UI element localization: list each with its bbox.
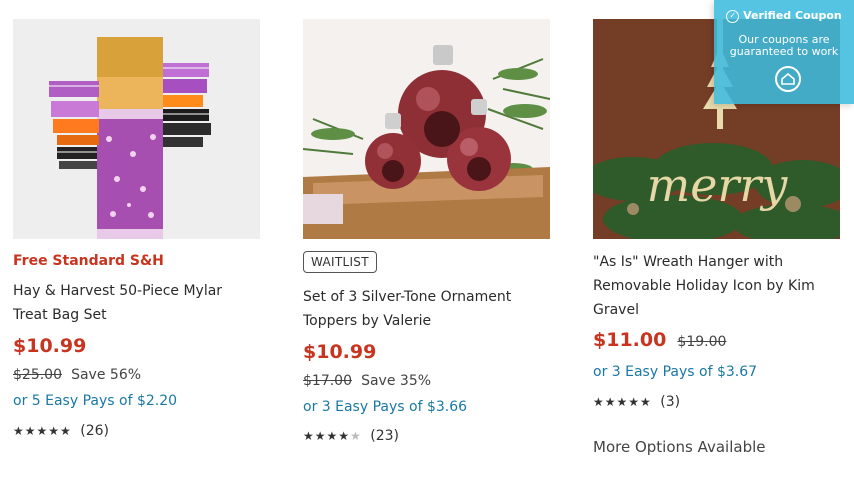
waitlist-badge-wrapper: WAITLIST (303, 251, 551, 273)
product-title-line[interactable]: Hay & Harvest 50-Piece Mylar (13, 279, 261, 303)
coupon-heading: ✓ Verified Coupon (714, 9, 854, 23)
verified-coupon-panel[interactable]: ✓ Verified Coupon Our coupons are guaran… (714, 0, 854, 104)
ornament-toppers-illustration (303, 19, 550, 239)
coupon-logo-icon[interactable] (775, 66, 801, 92)
product-title-line[interactable]: Toppers by Valerie (303, 309, 551, 333)
rating-row[interactable]: ★★★★★ (3) (593, 394, 841, 410)
product-price: $11.00 (593, 329, 667, 351)
star-rating-icon: ★★★★★ (13, 424, 72, 438)
product-image[interactable] (13, 19, 260, 239)
easy-pay-link[interactable]: or 3 Easy Pays of $3.67 (593, 364, 841, 380)
star-rating-icon: ★★★★★ (303, 429, 362, 443)
review-count: (26) (80, 423, 109, 439)
review-count: (23) (370, 428, 399, 444)
rating-row[interactable]: ★★★★★ (23) (303, 428, 551, 444)
was-price: $25.00 (13, 367, 62, 383)
save-percent: Save 56% (71, 367, 142, 383)
price-comparison: $25.00 Save 56% (13, 364, 261, 383)
star-rating-icon: ★★★★★ (593, 395, 652, 409)
free-shipping-promo: Free Standard S&H (13, 253, 164, 269)
product-title-line[interactable]: Set of 3 Silver-Tone Ornament (303, 285, 551, 309)
easy-pay-link[interactable]: or 3 Easy Pays of $3.66 (303, 399, 551, 415)
product-price: $10.99 (303, 341, 377, 363)
product-title-line[interactable]: Removable Holiday Icon by Kim (593, 274, 841, 298)
product-title-line[interactable]: "As Is" Wreath Hanger with (593, 250, 841, 274)
product-title-line[interactable]: Gravel (593, 298, 841, 322)
was-price: $17.00 (303, 373, 352, 389)
save-percent: Save 35% (361, 373, 432, 389)
rating-row[interactable]: ★★★★★ (26) (13, 423, 261, 439)
price-row: $11.00 $19.00 (593, 329, 841, 351)
check-circle-icon: ✓ (726, 9, 740, 23)
product-title-line[interactable]: Treat Bag Set (13, 303, 261, 327)
product-image[interactable] (303, 19, 550, 239)
treat-bags-illustration (13, 19, 260, 239)
house-icon (781, 72, 795, 85)
merry-script-text: merry (647, 158, 789, 212)
was-price: $19.00 (677, 334, 727, 350)
coupon-message: Our coupons are guaranteed to work (729, 33, 839, 58)
product-price: $10.99 (13, 335, 87, 357)
price-comparison: $17.00 Save 35% (303, 370, 551, 389)
easy-pay-link[interactable]: or 5 Easy Pays of $2.20 (13, 393, 261, 409)
review-count: (3) (660, 394, 681, 410)
waitlist-badge[interactable]: WAITLIST (303, 251, 377, 273)
more-options-link[interactable]: More Options Available (593, 438, 841, 456)
